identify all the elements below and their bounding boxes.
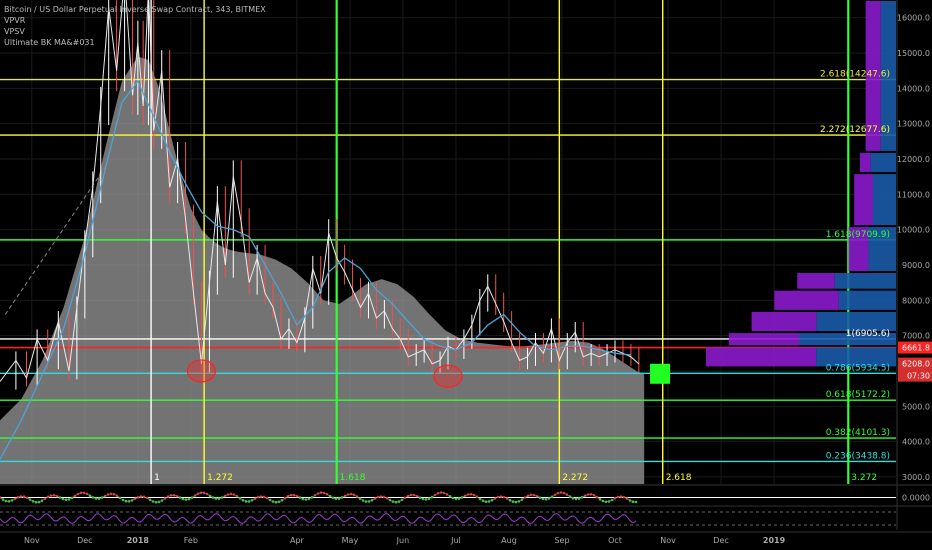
time-tick-label: Nov bbox=[24, 536, 40, 545]
price-chart[interactable]: 2.618(14247.6) 2.272(12677.6) 1.618(9709.9… bbox=[0, 0, 932, 550]
fib-time-label: 1.272 bbox=[207, 473, 233, 483]
legend-indicator-vpvr[interactable]: VPVR bbox=[4, 15, 266, 26]
fib-level-label: 0.618(5172.2) bbox=[826, 390, 890, 400]
time-tick-label: Dec bbox=[713, 536, 728, 545]
fib-level-label: 2.618(14247.6) bbox=[820, 70, 890, 80]
time-tick-label: May bbox=[342, 536, 359, 545]
price-tick-label: 7000.0 bbox=[902, 332, 930, 341]
fib-level-label: 0.786(5934.5) bbox=[826, 363, 890, 373]
fib-time-label: 1.618 bbox=[340, 473, 366, 483]
time-tick-label: Dec bbox=[77, 536, 92, 545]
time-tick-label: Oct bbox=[608, 536, 622, 545]
time-tick-label: Aug bbox=[501, 536, 517, 545]
time-tick-label: Sep bbox=[554, 536, 569, 545]
volume-profile-bar-purple bbox=[797, 273, 835, 289]
fib-time-label: 1 bbox=[154, 473, 160, 483]
volume-profile-bar-blue bbox=[870, 152, 896, 173]
volume-profile-bar-purple bbox=[751, 311, 817, 332]
legend-indicator-vpsv[interactable]: VPSV bbox=[4, 26, 266, 37]
fib-time-label: 2.618 bbox=[666, 473, 692, 483]
price-tick-label: 15000.0 bbox=[897, 49, 930, 58]
countdown-label: 07:30 bbox=[907, 372, 930, 381]
fib-level-label: 0.382(4101.3) bbox=[826, 428, 890, 438]
volume-profile-bar-blue bbox=[834, 273, 896, 289]
price-tick-label: 14000.0 bbox=[897, 84, 930, 93]
price-tick-label: 16000.0 bbox=[897, 14, 930, 23]
price-tick-label: 4000.0 bbox=[902, 438, 930, 447]
support-circle-annotation bbox=[186, 359, 217, 383]
legend-symbol[interactable]: Bitcoin / US Dollar Perpetual Inverse Sw… bbox=[4, 4, 266, 15]
price-tick-label: 3000.0 bbox=[902, 473, 930, 482]
price-tick-label: 9000.0 bbox=[902, 261, 930, 270]
volume-profile-bar-purple bbox=[859, 152, 871, 173]
oscillator-value-label: 0.0000 bbox=[902, 494, 930, 503]
support-circle-annotation bbox=[433, 364, 463, 388]
red-level-tag-label: 6661.8 bbox=[902, 344, 930, 353]
target-box bbox=[650, 363, 671, 384]
fib-time-label: 3.272 bbox=[851, 473, 877, 483]
volume-profile-bar-blue bbox=[873, 174, 896, 226]
time-tick-label: Jun bbox=[396, 536, 410, 545]
fib-time-label: 2.272 bbox=[562, 473, 588, 483]
price-tick-label: 8000.0 bbox=[902, 296, 930, 305]
volume-profile-bar-purple bbox=[774, 290, 839, 310]
fib-level-label: 1(6905.6) bbox=[846, 329, 890, 339]
volume-profile-bar-purple bbox=[854, 174, 874, 226]
price-tick-label: 12000.0 bbox=[897, 155, 930, 164]
price-tick-label: 5000.0 bbox=[902, 402, 930, 411]
time-tick-label: Apr bbox=[290, 536, 305, 545]
volume-profile-bar-blue bbox=[838, 290, 896, 310]
legend-indicator-ultimate-ma[interactable]: Ultimate BK MA&#031 bbox=[4, 37, 266, 48]
time-tick-label: 2018 bbox=[127, 536, 150, 545]
price-tick-label: 13000.0 bbox=[897, 120, 930, 129]
time-tick-label: Feb bbox=[184, 536, 198, 545]
chart-legend: Bitcoin / US Dollar Perpetual Inverse Sw… bbox=[4, 4, 266, 48]
fib-level-label: 1.618(9709.9) bbox=[826, 230, 890, 240]
fib-level-label: 0.236(3438.8) bbox=[826, 451, 890, 461]
fib-level-label: 2.272(12677.6) bbox=[820, 125, 890, 135]
price-tick-label: 11000.0 bbox=[897, 190, 930, 199]
price-tick-label: 10000.0 bbox=[897, 226, 930, 235]
price-axis-background bbox=[897, 0, 932, 550]
time-tick-label: 2019 bbox=[763, 536, 786, 545]
volume-profile-bar-purple bbox=[728, 333, 800, 346]
time-tick-label: Jul bbox=[450, 536, 461, 545]
volume-profile-bar-purple bbox=[706, 347, 817, 367]
time-tick-label: Nov bbox=[660, 536, 676, 545]
current-price-label: 6208.0 bbox=[902, 360, 930, 369]
